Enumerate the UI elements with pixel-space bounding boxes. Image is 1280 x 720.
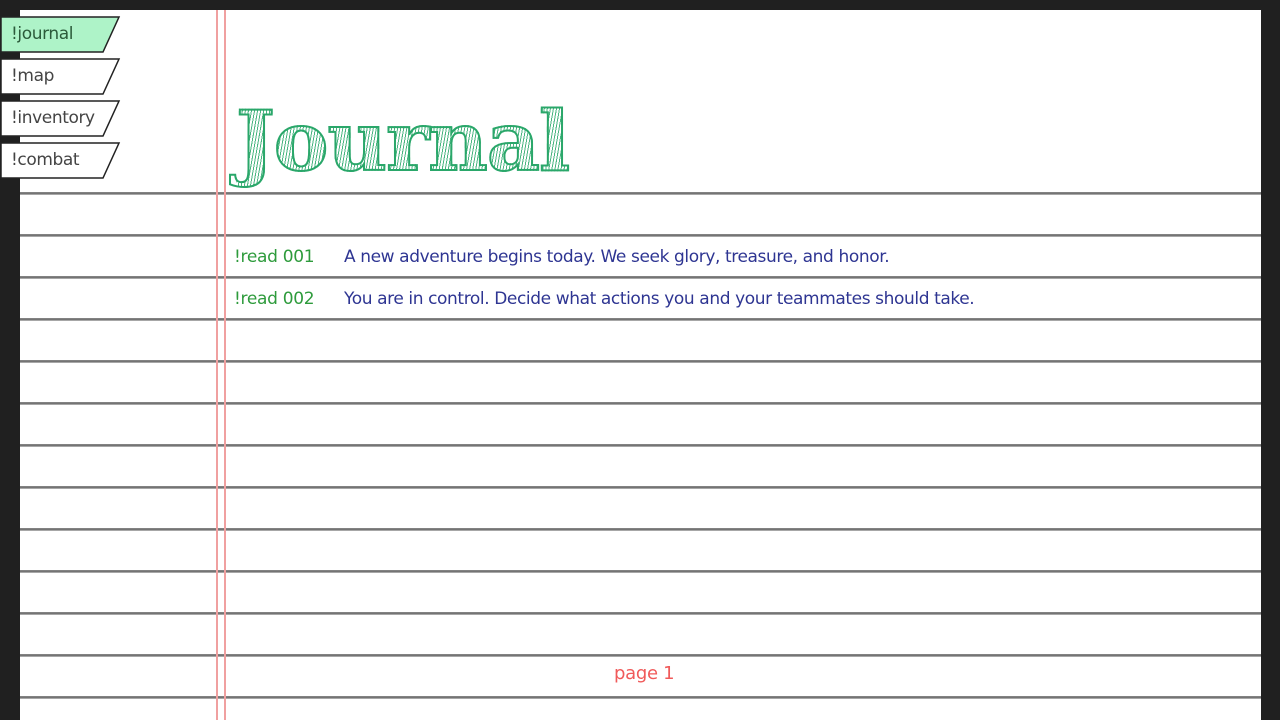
tab-combat[interactable]: !combat xyxy=(0,142,121,180)
page-title: Journal xyxy=(235,93,571,191)
margin-line-left xyxy=(216,10,218,720)
entry-text: You are in control. Decide what actions … xyxy=(344,289,975,309)
tab-label: !journal xyxy=(11,24,74,44)
tab-journal[interactable]: !journal xyxy=(0,16,121,54)
ruled-line xyxy=(20,486,1261,489)
tab-label: !map xyxy=(11,66,54,86)
tab-inventory[interactable]: !inventory xyxy=(0,100,121,138)
entry-command[interactable]: !read 001 xyxy=(234,247,344,267)
margin-line-right xyxy=(224,10,226,720)
ruled-line xyxy=(20,444,1261,447)
tab-map[interactable]: !map xyxy=(0,58,121,96)
journal-entry[interactable]: !read 002 You are in control. Decide wha… xyxy=(234,284,975,314)
entry-text: A new adventure begins today. We seek gl… xyxy=(344,247,890,267)
ruled-line xyxy=(20,402,1261,405)
tab-bar: !journal !map !inventory !combat xyxy=(0,16,122,184)
ruled-line xyxy=(20,360,1261,363)
game-window: Journal !read 001 A new adventure begins… xyxy=(0,0,1280,720)
ruled-line xyxy=(20,696,1261,699)
tab-label: !inventory xyxy=(11,108,95,128)
notebook-page: Journal !read 001 A new adventure begins… xyxy=(20,10,1261,720)
journal-entry[interactable]: !read 001 A new adventure begins today. … xyxy=(234,242,890,272)
ruled-line xyxy=(20,528,1261,531)
ruled-line xyxy=(20,318,1261,321)
ruled-line xyxy=(20,612,1261,615)
ruled-line xyxy=(20,570,1261,573)
ruled-line xyxy=(20,276,1261,279)
tab-label: !combat xyxy=(11,150,80,170)
entry-command[interactable]: !read 002 xyxy=(234,289,344,309)
ruled-line xyxy=(20,234,1261,237)
page-number: page 1 xyxy=(614,663,675,684)
ruled-line xyxy=(20,192,1261,195)
ruled-line xyxy=(20,654,1261,657)
